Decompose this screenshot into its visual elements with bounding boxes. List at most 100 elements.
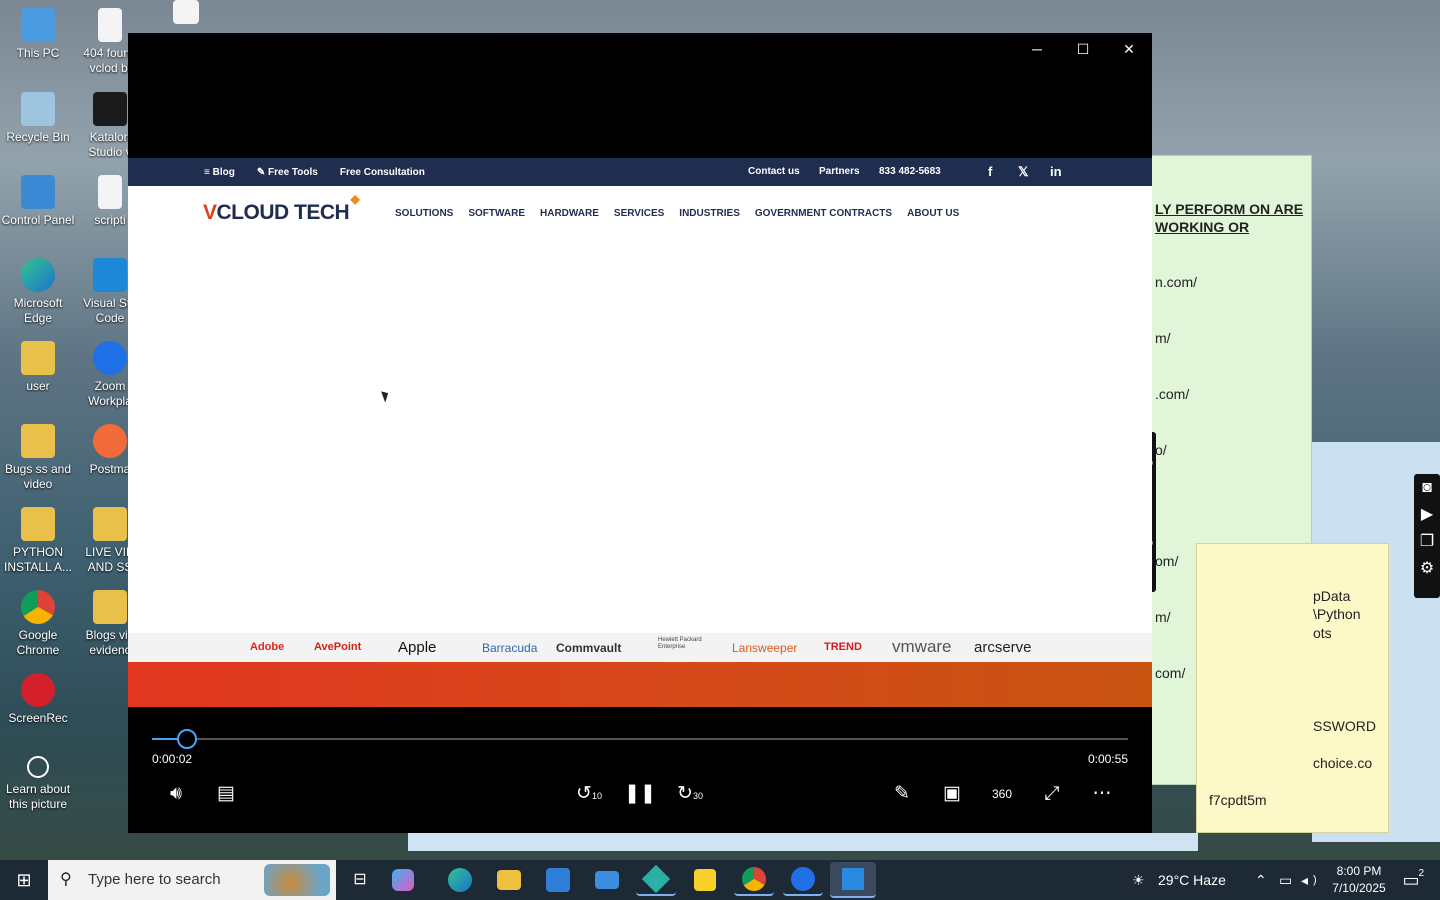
pause-icon[interactable]: ❚❚ xyxy=(622,781,658,807)
video-frame[interactable]: ≡ Blog ✎ Free Tools Free Consultation Co… xyxy=(128,158,1152,707)
screenshot-icon[interactable]: ◙ xyxy=(1414,474,1440,501)
weather-text[interactable]: 29°C Haze xyxy=(1158,860,1226,900)
windows-icon[interactable]: ❐ xyxy=(1414,528,1440,555)
x-icon: 𝕏 xyxy=(1018,164,1029,179)
video-camera-icon[interactable]: ▶ xyxy=(1414,501,1440,528)
desktop-icon-learn-picture[interactable]: Learn about this picture xyxy=(0,756,76,812)
desktop-icon-edge[interactable]: Microsoft Edge xyxy=(0,258,76,326)
site-nav-software: SOFTWARE xyxy=(468,208,526,219)
folder-icon xyxy=(21,424,55,458)
desktop-icon-recycle-bin[interactable]: Recycle Bin xyxy=(0,92,76,145)
brand-apple: Apple xyxy=(398,639,437,656)
search-placeholder: Type here to search xyxy=(88,871,221,888)
notification-center-icon[interactable]: ▭ 2 xyxy=(1396,860,1426,900)
video-360-icon[interactable]: 360 xyxy=(984,781,1020,807)
desktop-icon-user[interactable]: user xyxy=(0,341,76,394)
media-player-taskbar-icon[interactable] xyxy=(830,862,876,898)
zoom-taskbar-icon[interactable] xyxy=(783,864,823,896)
site-link-free-tools: ✎ Free Tools xyxy=(256,166,318,178)
volume-icon[interactable]: 🔊︎ xyxy=(158,781,194,807)
skip-back-10-icon[interactable]: ↺10 xyxy=(571,781,607,807)
windows-start-icon[interactable]: ⊞ xyxy=(0,860,48,900)
note-line: ots xyxy=(1313,625,1332,641)
media-player-window[interactable]: ─ ☐ ✕ ≡ Blog ✎ Free Tools Free Consultat… xyxy=(128,33,1152,833)
sticky-notes-icon[interactable] xyxy=(694,869,716,891)
miniview-icon[interactable]: ▣ xyxy=(934,781,970,807)
weather-icon[interactable]: ☀ xyxy=(1132,860,1145,900)
facebook-icon: f xyxy=(988,164,993,179)
desktop-icon-screenrec[interactable]: ScreenRec xyxy=(0,673,76,726)
mail-icon[interactable] xyxy=(595,871,619,889)
volume-tray-icon[interactable]: ◂ xyxy=(1301,860,1308,900)
notification-count: 2 xyxy=(1418,868,1424,879)
site-link-partners: Partners xyxy=(819,166,860,177)
sticky-note-yellow[interactable]: pData \Python ots SSWORD choice.co f7cpd… xyxy=(1196,543,1389,833)
postman-icon xyxy=(93,424,127,458)
fullscreen-icon[interactable]: ⤢ xyxy=(1034,781,1070,807)
katalon-taskbar-icon[interactable] xyxy=(636,864,676,896)
seek-thumb[interactable] xyxy=(177,729,198,749)
desktop-icon-this-pc[interactable]: This PC xyxy=(0,8,76,61)
note-line: m/ xyxy=(1155,330,1171,346)
brand-trend: TREND xyxy=(824,641,862,653)
brand-adobe: Adobe xyxy=(250,641,285,653)
minimize-button[interactable]: ─ xyxy=(1014,33,1060,65)
document-icon xyxy=(173,0,199,24)
brand-arcserve: arcserve xyxy=(974,639,1032,656)
site-link-free-consultation: Free Consultation xyxy=(339,166,425,178)
folder-icon xyxy=(21,507,55,541)
note-heading: LY PERFORM ON ARE WORKING OR xyxy=(1155,201,1304,235)
edge-taskbar-icon[interactable] xyxy=(448,868,472,892)
search-highlight-image xyxy=(264,864,330,896)
note-line: f7cpdt5m xyxy=(1209,792,1267,808)
site-nav: VCLOUD TECH ◆ SOLUTIONS SOFTWARE HARDWARE… xyxy=(128,186,1152,238)
brand-hpe: Hewlett Packard Enterprise xyxy=(658,637,702,650)
desktop-icon-control-panel[interactable]: Control Panel xyxy=(0,175,76,228)
chrome-icon xyxy=(21,590,55,624)
maximize-button[interactable]: ☐ xyxy=(1060,33,1106,65)
settings-icon[interactable]: ⚙ xyxy=(1414,555,1440,582)
site-nav-hardware: HARDWARE xyxy=(540,208,599,219)
tray-expand-icon[interactable]: ⌃ xyxy=(1255,860,1267,900)
site-nav-solutions: SOLUTIONS xyxy=(395,208,454,219)
store-icon[interactable] xyxy=(546,868,570,892)
site-link-blog: ≡ Blog xyxy=(204,166,235,178)
chrome-taskbar-icon[interactable] xyxy=(734,864,774,896)
file-explorer-icon[interactable] xyxy=(497,870,521,890)
task-view-icon[interactable]: ⊟ xyxy=(340,864,380,896)
taskbar-search[interactable]: ⚲ Type here to search xyxy=(48,860,336,900)
edit-pen-icon[interactable]: ✎ xyxy=(884,781,920,807)
desktop-icon-python-install[interactable]: PYTHON INSTALL A... xyxy=(0,507,76,575)
site-nav-industries: INDUSTRIES xyxy=(679,208,740,219)
subtitles-icon[interactable]: ▤ xyxy=(208,781,244,807)
site-topbar: ≡ Blog ✎ Free Tools Free Consultation Co… xyxy=(128,158,1152,186)
site-logo: VCLOUD TECH ◆ xyxy=(203,192,360,224)
taskbar: ⊞ ⚲ Type here to search ⊟ ☀ 29°C Haze ⌃ … xyxy=(0,860,1440,900)
copilot-icon[interactable] xyxy=(392,869,414,891)
close-button[interactable]: ✕ xyxy=(1106,33,1152,65)
more-options-icon[interactable]: ⋯ xyxy=(1084,781,1120,807)
recorder-toolbar-large[interactable]: ◙ ▶ ❐ ⚙ xyxy=(1414,474,1440,598)
note-line: pData xyxy=(1313,588,1351,604)
linkedin-icon: in xyxy=(1050,164,1062,179)
user-folder-icon xyxy=(21,341,55,375)
current-time: 0:00:02 xyxy=(152,752,193,766)
network-icon[interactable]: ▭ xyxy=(1279,860,1292,900)
language-icon[interactable]: ) xyxy=(1313,860,1317,900)
vscode-icon xyxy=(93,258,127,292)
folder-icon xyxy=(93,507,127,541)
document-icon xyxy=(98,175,122,209)
control-panel-icon xyxy=(21,175,55,209)
site-hero-banner xyxy=(128,662,1152,707)
seek-bar[interactable] xyxy=(152,729,1128,749)
skip-forward-30-icon[interactable]: ↻30 xyxy=(672,781,708,807)
desktop-icon-partial[interactable] xyxy=(148,0,224,28)
brand-strip: Adobe AvePoint Apple Barracuda Commvault… xyxy=(128,633,1152,663)
brand-vmware: vmware xyxy=(892,637,952,656)
desktop-icon-bugs-ss[interactable]: Bugs ss and video xyxy=(0,424,76,492)
note-line: m/ xyxy=(1155,609,1171,625)
screenrec-icon xyxy=(21,673,55,707)
taskbar-clock[interactable]: 8:00 PM 7/10/2025 xyxy=(1330,863,1388,897)
note-line: n.com/ xyxy=(1155,274,1198,290)
desktop-icon-chrome[interactable]: Google Chrome xyxy=(0,590,76,658)
